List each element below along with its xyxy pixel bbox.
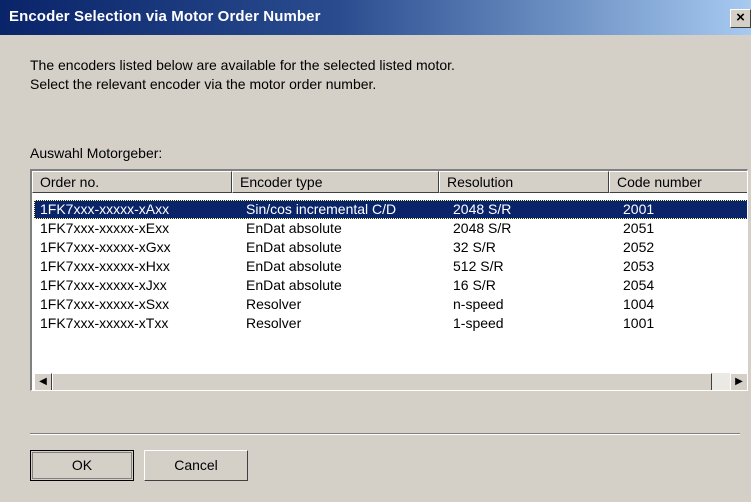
table-row[interactable]: 1FK7xxx-xxxxx-xGxx EnDat absolute 32 S/R… [34, 238, 747, 257]
encoder-type-cell: EnDat absolute [246, 258, 342, 274]
list-header: Order no. Encoder type Resolution Code n… [32, 171, 747, 193]
encoder-type-cell: EnDat absolute [246, 220, 342, 236]
code-number-cell: 2001 [623, 201, 655, 217]
table-row[interactable]: 1FK7xxx-xxxxx-xTxx Resolver 1-speed 1001 [34, 314, 747, 333]
divider [30, 433, 740, 435]
scroll-right-icon[interactable]: ▶ [730, 373, 747, 390]
encoder-selection-label: Auswahl Motorgeber: [30, 145, 163, 161]
encoder-type-cell: EnDat absolute [246, 239, 342, 255]
encoder-type-cell: Sin/cos incremental C/D [246, 201, 397, 217]
order-no-cell: 1FK7xxx-xxxxx-xExx [40, 220, 170, 236]
order-no-cell: 1FK7xxx-xxxxx-xGxx [40, 239, 171, 255]
encoder-type-cell: Resolver [246, 296, 302, 312]
resolution-cell: 1-speed [453, 315, 504, 331]
horizontal-scrollbar[interactable]: ◀ ▶ [34, 373, 747, 390]
table-row[interactable]: 1FK7xxx-xxxxx-xExx EnDat absolute 2048 S… [34, 219, 747, 238]
intro-text: The encoders listed below are available … [30, 56, 455, 94]
column-header-encoder-type[interactable]: Encoder type [232, 171, 439, 193]
column-header-order-no[interactable]: Order no. [32, 171, 232, 193]
window-title: Encoder Selection via Motor Order Number [9, 8, 321, 25]
resolution-cell: 2048 S/R [453, 220, 512, 236]
resolution-cell: 32 S/R [453, 239, 496, 255]
column-header-resolution[interactable]: Resolution [439, 171, 609, 193]
order-no-cell: 1FK7xxx-xxxxx-xHxx [40, 258, 170, 274]
code-number-cell: 2054 [623, 277, 655, 293]
resolution-cell: n-speed [453, 296, 504, 312]
code-number-cell: 2052 [623, 239, 655, 255]
order-no-cell: 1FK7xxx-xxxxx-xSxx [40, 296, 170, 312]
intro-line-1: The encoders listed below are available … [30, 57, 455, 73]
code-number-cell: 1004 [623, 296, 655, 312]
order-no-cell: 1FK7xxx-xxxxx-xTxx [40, 315, 169, 331]
intro-line-2: Select the relevant encoder via the moto… [30, 76, 377, 92]
ok-button[interactable]: OK [30, 450, 134, 481]
table-row[interactable]: 1FK7xxx-xxxxx-xHxx EnDat absolute 512 S/… [34, 257, 747, 276]
scroll-left-icon[interactable]: ◀ [34, 373, 52, 390]
encoder-type-cell: EnDat absolute [246, 277, 342, 293]
title-bar[interactable]: Encoder Selection via Motor Order Number… [0, 0, 751, 35]
code-number-cell: 2053 [623, 258, 655, 274]
resolution-cell: 2048 S/R [453, 201, 512, 217]
resolution-cell: 16 S/R [453, 277, 496, 293]
encoder-list[interactable]: Order no. Encoder type Resolution Code n… [30, 169, 748, 391]
scrollbar-thumb[interactable] [52, 373, 712, 390]
order-no-cell: 1FK7xxx-xxxxx-xAxx [40, 201, 170, 217]
table-row[interactable]: 1FK7xxx-xxxxx-xAxx Sin/cos incremental C… [34, 200, 747, 219]
table-row[interactable]: 1FK7xxx-xxxxx-xSxx Resolver n-speed 1004 [34, 295, 747, 314]
cancel-button[interactable]: Cancel [144, 450, 248, 481]
code-number-cell: 2051 [623, 220, 655, 236]
order-no-cell: 1FK7xxx-xxxxx-xJxx [40, 277, 167, 293]
close-icon[interactable]: × [730, 9, 751, 28]
code-number-cell: 1001 [623, 315, 655, 331]
column-header-code-number[interactable]: Code number [609, 171, 747, 193]
encoder-type-cell: Resolver [246, 315, 302, 331]
table-row[interactable]: 1FK7xxx-xxxxx-xJxx EnDat absolute 16 S/R… [34, 276, 747, 295]
resolution-cell: 512 S/R [453, 258, 504, 274]
